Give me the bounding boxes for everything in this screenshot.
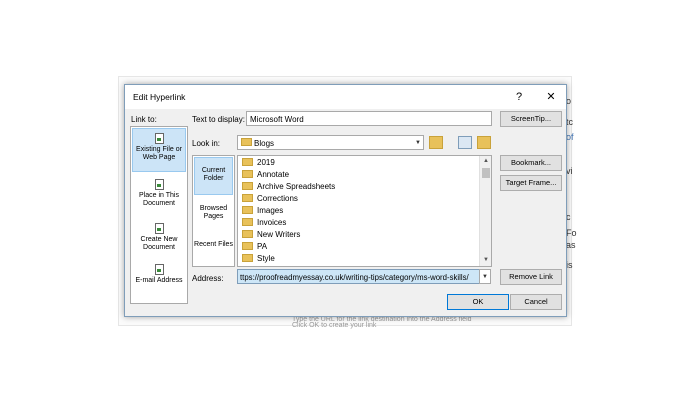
folder-icon (242, 241, 253, 250)
cancel-button[interactable]: Cancel (510, 294, 562, 310)
search-web-icon[interactable] (458, 136, 472, 149)
scroll-thumb[interactable] (482, 168, 490, 178)
panel-item-label: Browsed Pages (199, 205, 228, 220)
new-document-icon (154, 223, 164, 234)
scroll-down-icon[interactable]: ▼ (480, 255, 491, 266)
list-item[interactable]: 2019 (242, 157, 477, 169)
panel-item-current-folder[interactable]: Current Folder (194, 157, 233, 195)
target-frame-button[interactable]: Target Frame... (500, 175, 562, 191)
doc-text-fragment: as (566, 240, 576, 250)
look-in-panel: Current Folder Browsed Pages Recent File… (192, 155, 235, 267)
folder-icon (242, 205, 253, 214)
document-place-icon (154, 179, 164, 190)
text-to-display-label: Text to display: (192, 115, 245, 124)
folder-icon (242, 253, 253, 262)
address-input[interactable]: ttps://proofreadmyessay.co.uk/writing-ti… (237, 269, 480, 284)
sidebar-item-place-in-document[interactable]: Place in This Document (132, 175, 186, 219)
panel-item-label: Current Folder (201, 167, 226, 182)
sidebar-item-label: E-mail Address (135, 277, 183, 284)
list-item[interactable]: Archive Spreadsheets (242, 181, 477, 193)
bookmark-button[interactable]: Bookmark... (500, 155, 562, 171)
look-in-value: Blogs (254, 139, 275, 148)
remove-link-button[interactable]: Remove Link (500, 269, 562, 285)
help-button[interactable]: ? (509, 88, 529, 106)
sidebar-item-create-new-document[interactable]: Create New Document (132, 219, 186, 263)
sidebar-item-existing-file[interactable]: Existing File or Web Page (132, 128, 186, 172)
folder-icon (242, 169, 253, 178)
scroll-up-icon[interactable]: ▲ (480, 156, 491, 167)
link-to-sidebar: Existing File or Web Page Place in This … (130, 126, 188, 304)
panel-item-browsed-pages[interactable]: Browsed Pages (194, 196, 233, 231)
folder-icon (242, 181, 253, 190)
file-list: 2019 Annotate Archive Spreadsheets Corre… (237, 155, 492, 267)
chevron-down-icon[interactable]: ▼ (412, 136, 424, 149)
sidebar-item-label: Existing File or Web Page (136, 146, 182, 161)
web-page-icon (154, 133, 164, 144)
dialog-title: Edit Hyperlink (133, 92, 186, 102)
list-item[interactable]: New Writers (242, 229, 477, 241)
look-in-label: Look in: (192, 139, 221, 148)
doc-text-fragment: tc (566, 117, 574, 127)
ok-button[interactable]: OK (447, 294, 509, 310)
file-list-scrollbar[interactable]: ▲ ▼ (479, 156, 491, 266)
edit-hyperlink-dialog: Edit Hyperlink ? ✕ Link to: Existing Fil… (124, 84, 567, 317)
folder-icon (242, 157, 253, 166)
sidebar-item-email-address[interactable]: E-mail Address (132, 260, 186, 304)
folder-icon (242, 217, 253, 226)
close-button[interactable]: ✕ (541, 88, 561, 106)
doc-text-fragment: of (566, 132, 574, 142)
panel-item-recent-files[interactable]: Recent Files (194, 232, 233, 266)
look-in-select[interactable]: Blogs (237, 135, 424, 150)
dialog-titlebar[interactable]: Edit Hyperlink ? ✕ (125, 85, 566, 109)
address-label: Address: (192, 274, 224, 283)
list-item[interactable]: Images (242, 205, 477, 217)
doc-text-fragment: Fo (566, 228, 577, 238)
folder-icon (242, 193, 253, 202)
screentip-button[interactable]: ScreenTip... (500, 111, 562, 127)
folder-icon (241, 138, 252, 146)
email-icon (154, 264, 164, 275)
sidebar-item-label: Place in This Document (139, 192, 179, 207)
browse-folder-icon[interactable] (477, 136, 491, 149)
panel-item-label: Recent Files (194, 241, 233, 248)
sidebar-item-label: Create New Document (140, 236, 178, 251)
folder-up-icon[interactable] (429, 136, 443, 149)
chevron-down-icon[interactable]: ▼ (479, 269, 491, 284)
doc-line: Click OK to create your link (292, 322, 377, 329)
folder-icon (242, 229, 253, 238)
list-item[interactable]: Style (242, 253, 477, 265)
link-to-label: Link to: (131, 115, 157, 124)
list-item[interactable]: Corrections (242, 193, 477, 205)
list-item[interactable]: Annotate (242, 169, 477, 181)
list-item[interactable]: Invoices (242, 217, 477, 229)
text-to-display-input[interactable]: Microsoft Word (246, 111, 492, 126)
list-item[interactable]: PA (242, 241, 477, 253)
